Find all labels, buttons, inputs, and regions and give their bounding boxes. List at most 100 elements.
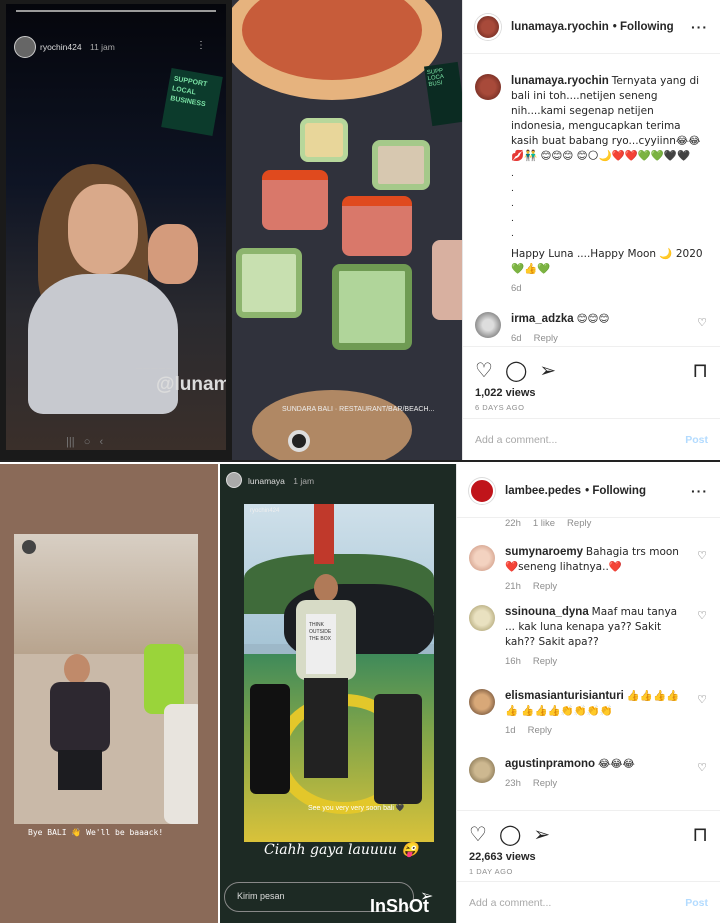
- location-tag: — — — — —: [136, 366, 173, 372]
- reply-button[interactable]: Reply: [533, 656, 557, 667]
- action-bar: ♡ ◯ ➢ ⊓: [457, 817, 720, 851]
- more-options-icon[interactable]: ···: [691, 483, 708, 499]
- location-tag: SUNDARA BALI · RESTAURANT/BAR/BEACH...: [282, 406, 435, 413]
- caption: lunamaya.ryochin Ternyata yang di bali i…: [463, 74, 720, 296]
- post-username[interactable]: lambee.pedes: [505, 485, 581, 497]
- caption-username[interactable]: lunamaya.ryochin: [511, 75, 609, 87]
- woman: [164, 704, 198, 824]
- suitcase: [374, 694, 422, 804]
- more-icon[interactable]: ⋮: [196, 40, 206, 51]
- comment-text: 😊😊😊: [576, 313, 610, 325]
- story-username: lunamaya 1 jam: [248, 476, 315, 486]
- reply-button[interactable]: Reply: [533, 581, 557, 592]
- post-actions-area: ♡ ◯ ➢ ⊓ 22,663 views 1 DAY AGO: [457, 810, 720, 876]
- add-comment-input[interactable]: Add a comment...: [469, 897, 551, 909]
- story-screenshot-left: ryochin424 11 jam ⋮ SUPPORT LOCAL BUSINE…: [6, 4, 226, 450]
- inner-story-username: ryochin424: [250, 508, 280, 514]
- tote-bag: THINK OUTSIDE THE BOX: [306, 614, 336, 674]
- comment-row: elismasianturisianturi 👍👍👍👍👍 👍👍👍👏👏👏👏 1d R…: [457, 689, 720, 757]
- post-panel-2: Bye BALI 👋 We'll be baaack! lunamaya 1 j…: [0, 464, 720, 923]
- like-comment-icon[interactable]: ♡: [696, 549, 708, 605]
- photo-hospital-walk: [14, 534, 198, 824]
- comment-username[interactable]: agustinpramono: [505, 758, 595, 770]
- comment-text: 😂😂😂: [598, 758, 635, 770]
- share-icon[interactable]: ➢: [533, 822, 550, 847]
- avatar[interactable]: [469, 757, 495, 783]
- following-button[interactable]: • Following: [585, 485, 646, 497]
- post-username[interactable]: lunamaya.ryochin: [511, 21, 609, 33]
- avatar[interactable]: [469, 689, 495, 715]
- bookmark-icon[interactable]: ⊓: [692, 358, 708, 383]
- comment-username[interactable]: sumynaroemy: [505, 546, 583, 558]
- caption-text: Ternyata yang di bali ini toh....netijen…: [511, 75, 701, 162]
- bookmark-icon[interactable]: ⊓: [692, 822, 708, 847]
- comment-username[interactable]: elismasianturisianturi: [505, 690, 624, 702]
- like-comment-icon[interactable]: ♡: [696, 316, 708, 346]
- comment-username[interactable]: ssinouna_dyna: [505, 606, 589, 618]
- post-button[interactable]: Post: [685, 434, 708, 446]
- story-username: ryochin424 11 jam: [40, 42, 115, 52]
- like-icon[interactable]: ♡: [469, 822, 487, 847]
- post-media-1[interactable]: ryochin424 11 jam ⋮ SUPPORT LOCAL BUSINE…: [0, 0, 462, 460]
- post-sidebar-2: lambee.pedes • Following ··· 22h 1 like Re…: [456, 464, 720, 923]
- like-comment-icon[interactable]: ♡: [696, 761, 708, 811]
- avatar[interactable]: [475, 312, 501, 338]
- support-local-sign: SUPPORT LOCAL BUSINESS: [161, 67, 223, 137]
- avatar: [14, 36, 36, 58]
- caption-age: 6d: [511, 283, 522, 294]
- story-caption: See you very very soon bali 🖤: [308, 805, 405, 812]
- support-local-sign: SUPP LOCA BUSI: [423, 61, 462, 127]
- post-header: lunamaya.ryochin • Following ···: [463, 0, 720, 54]
- post-panel-1: ryochin424 11 jam ⋮ SUPPORT LOCAL BUSINE…: [0, 0, 720, 462]
- comment-row: sumynaroemy Bahagia trs moon ❤️seneng li…: [457, 545, 720, 605]
- post-sidebar-1: lunamaya.ryochin • Following ··· lunamay…: [462, 0, 720, 460]
- reply-button[interactable]: Reply: [534, 333, 558, 344]
- comment-username[interactable]: irma_adzka: [511, 313, 574, 325]
- post-button[interactable]: Post: [685, 897, 708, 909]
- following-label: Following: [620, 20, 674, 33]
- story-screenshot-right: lunamaya 1 jam THINK OUTSIDE THE BOX See…: [220, 464, 456, 923]
- comment-row: irma_adzka 😊😊😊 6d Reply ♡: [463, 312, 720, 346]
- story-progress-bar: [16, 10, 216, 12]
- following-label: Following: [592, 484, 646, 497]
- reply-button[interactable]: Reply: [567, 518, 591, 529]
- like-comment-icon[interactable]: ♡: [696, 693, 708, 757]
- add-comment-input[interactable]: Add a comment...: [475, 434, 557, 446]
- story-screenshot-left: Bye BALI 👋 We'll be baaack!: [0, 464, 218, 923]
- post-date: 1 DAY AGO: [469, 867, 513, 876]
- caption-dot-line: .: [511, 182, 514, 194]
- share-icon[interactable]: ➢: [539, 358, 556, 383]
- comment-age: 22h: [505, 518, 521, 529]
- avatar[interactable]: [469, 477, 495, 504]
- comment-meta-top: 22h 1 like Reply: [457, 518, 720, 529]
- suitcase: [250, 684, 290, 794]
- caption-dots: .....: [511, 166, 708, 241]
- photo-helicopter: THINK OUTSIDE THE BOX See you very very …: [244, 504, 434, 842]
- comment-row: agustinpramono 😂😂😂 23h Reply ♡: [457, 757, 720, 811]
- avatar[interactable]: [469, 605, 495, 631]
- caption-dot-line: .: [511, 227, 514, 239]
- comment-age: 16h: [505, 656, 521, 667]
- reply-button[interactable]: Reply: [528, 725, 552, 736]
- caption-tail: Happy Luna ....Happy Moon 🌙 2020 💚👍💚: [511, 248, 703, 275]
- add-comment-bar: Add a comment... Post: [463, 418, 720, 460]
- following-button[interactable]: • Following: [613, 21, 674, 33]
- more-options-icon[interactable]: ···: [691, 19, 708, 35]
- post-media-2[interactable]: Bye BALI 👋 We'll be baaack! lunamaya 1 j…: [0, 464, 456, 923]
- like-icon[interactable]: ♡: [475, 358, 493, 383]
- reply-button[interactable]: Reply: [533, 778, 557, 789]
- comment-icon[interactable]: ◯: [499, 822, 521, 847]
- comment-icon[interactable]: ◯: [505, 358, 527, 383]
- comment-likes[interactable]: 1 like: [533, 518, 555, 529]
- avatar[interactable]: [475, 13, 501, 40]
- inshot-watermark: InShOt: [370, 896, 429, 916]
- view-count[interactable]: 1,022 views: [463, 387, 720, 399]
- avatar[interactable]: [475, 74, 501, 100]
- post-actions-area: ♡ ◯ ➢ ⊓ 1,022 views 6 DAYS AGO: [463, 346, 720, 412]
- comment-age: 6d: [511, 333, 522, 344]
- view-count[interactable]: 22,663 views: [457, 851, 720, 863]
- add-comment-bar: Add a comment... Post: [457, 881, 720, 923]
- like-comment-icon[interactable]: ♡: [696, 609, 708, 689]
- action-bar: ♡ ◯ ➢ ⊓: [463, 353, 720, 387]
- avatar[interactable]: [469, 545, 495, 571]
